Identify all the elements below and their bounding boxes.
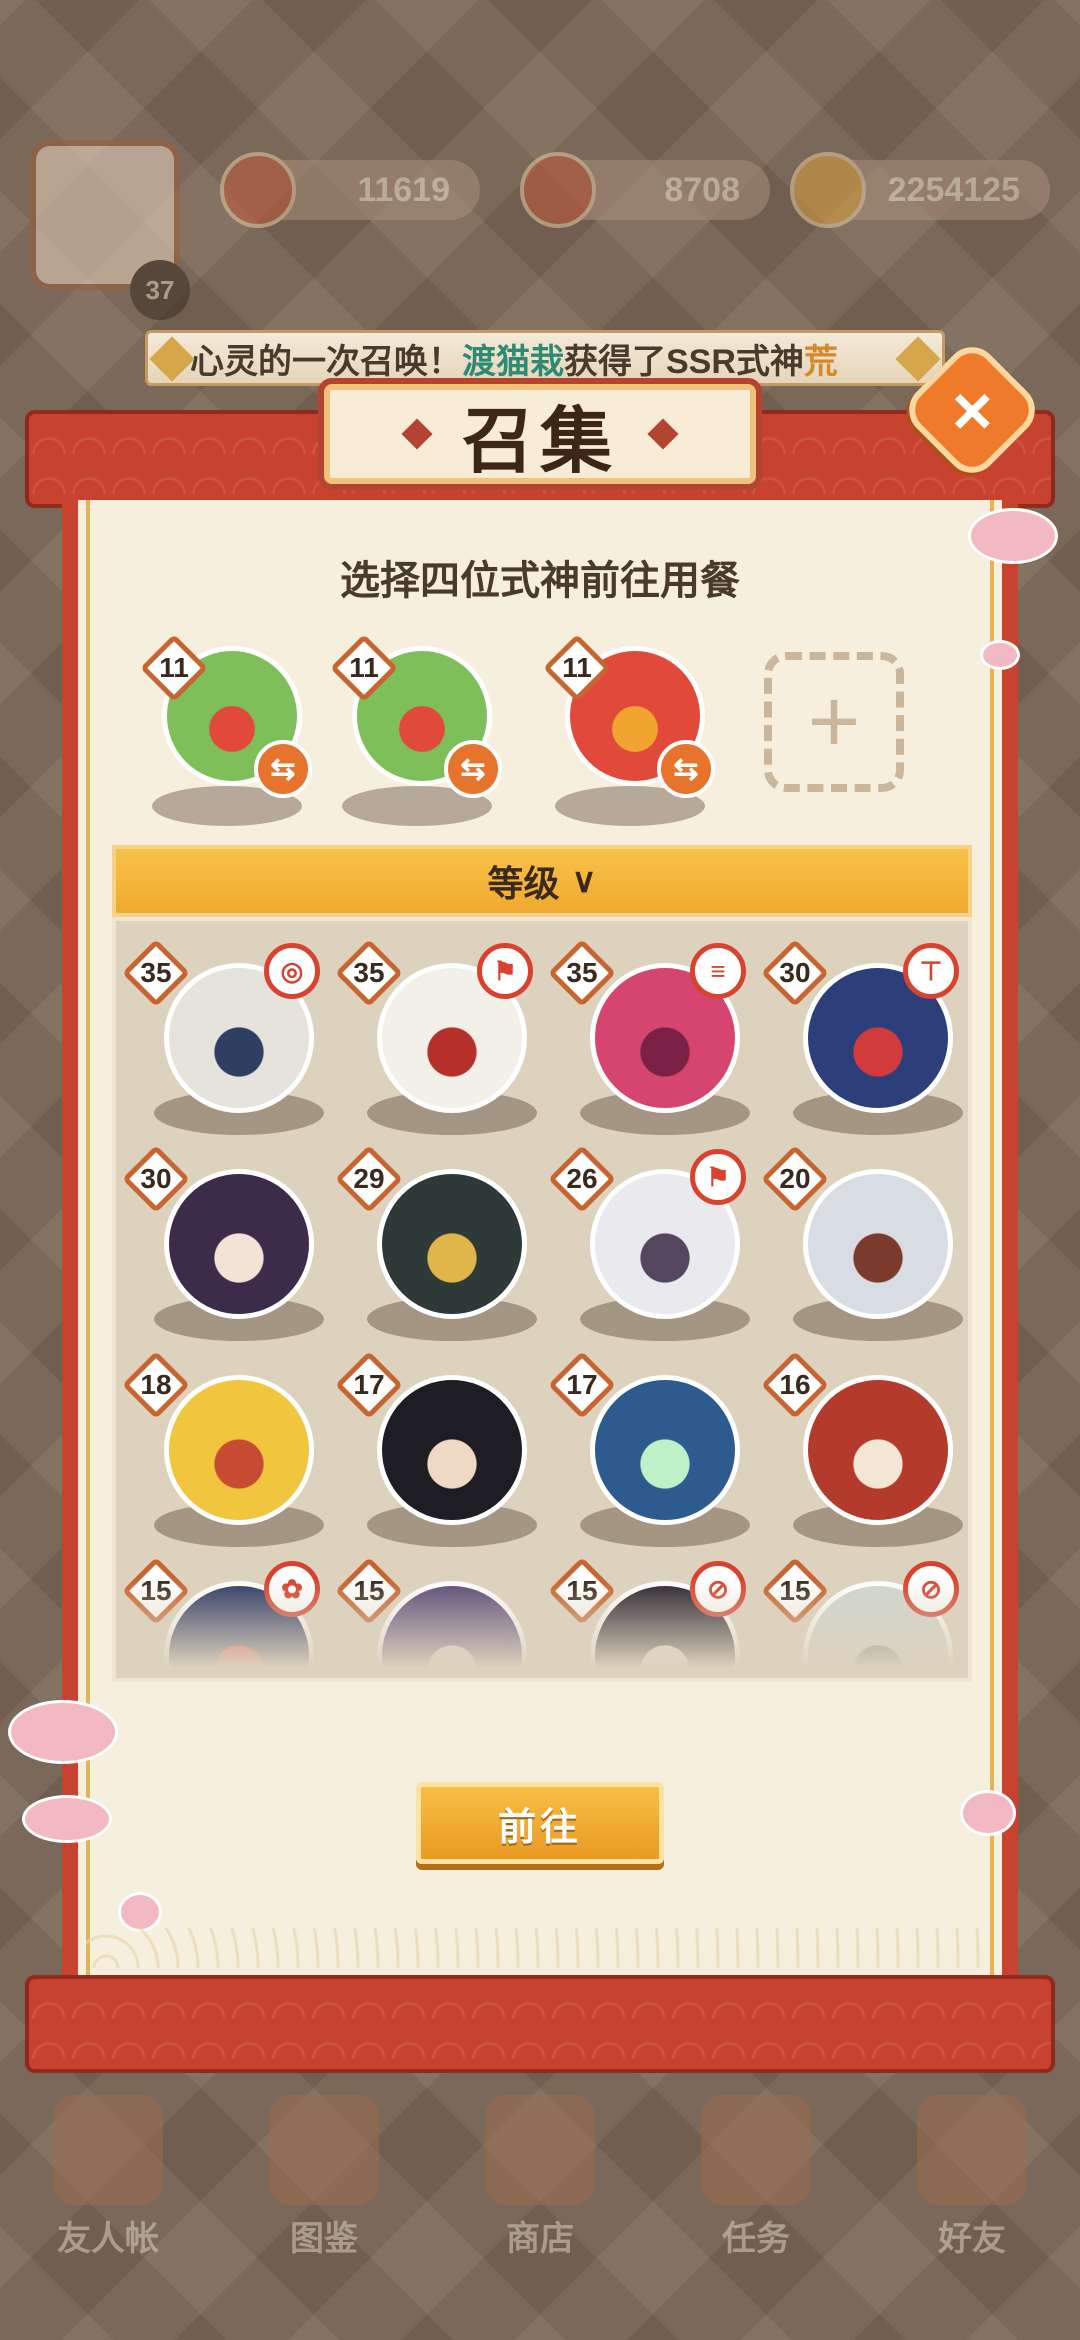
petal-decoration	[960, 1790, 1016, 1836]
swap-icon[interactable]: ⇆	[657, 740, 715, 798]
role-icon: ≡	[690, 943, 746, 999]
level-badge: 30	[122, 1145, 190, 1213]
shikigami-card[interactable]: 35 ≡	[548, 939, 760, 1143]
chevron-down-icon: ∨	[571, 862, 597, 900]
shikigami-card[interactable]: 17	[548, 1351, 760, 1555]
shikigami-card[interactable]: 18	[122, 1351, 334, 1555]
nav-icon	[701, 2095, 811, 2205]
nav-item[interactable]: 好友	[902, 2095, 1042, 2260]
wave-pattern-decoration	[86, 1928, 994, 1968]
team-member-slot[interactable]: 11 ⇆	[140, 634, 312, 826]
add-member-slot[interactable]: +	[764, 652, 904, 792]
nav-item[interactable]: 友人帐	[38, 2095, 178, 2260]
shikigami-roster-grid[interactable]: 35◎35⚑35≡30⊤302926⚑201817171615✿1515⊘15⊘	[112, 917, 972, 1682]
nav-icon	[917, 2095, 1027, 2205]
close-icon: ×	[951, 370, 993, 449]
go-button[interactable]: 前往	[416, 1782, 664, 1864]
team-member-slot[interactable]: 11 ⇆	[543, 634, 715, 826]
shikigami-card[interactable]: 16	[761, 1351, 968, 1555]
shikigami-card[interactable]: 29	[335, 1145, 547, 1349]
level-badge: 11	[543, 634, 611, 702]
swap-icon[interactable]: ⇆	[444, 740, 502, 798]
level-badge: 20	[761, 1145, 829, 1213]
shikigami-card[interactable]: 35 ⚑	[335, 939, 547, 1143]
flower-coin-icon	[220, 152, 296, 228]
level-badge: 18	[122, 1351, 190, 1419]
gold-coin-icon	[790, 152, 866, 228]
dialog-subtitle: 选择四位式神前往用餐	[340, 559, 740, 603]
level-badge: 17	[335, 1351, 403, 1419]
currency-1: 11619	[220, 152, 480, 228]
level-badge: 26	[548, 1145, 616, 1213]
sort-label: 等级	[487, 863, 560, 904]
shikigami-card[interactable]: 17	[335, 1351, 547, 1555]
role-icon: ⊤	[903, 943, 959, 999]
level-badge: 29	[335, 1145, 403, 1213]
role-icon: ◎	[264, 943, 320, 999]
nav-icon	[269, 2095, 379, 2205]
shikigami-card[interactable]: 30 ⊤	[761, 939, 968, 1143]
swap-icon[interactable]: ⇆	[254, 740, 312, 798]
level-badge: 35	[122, 939, 190, 1007]
ticker-player-name: 渡猫栽	[462, 342, 564, 381]
currency-2: 8708	[520, 152, 770, 228]
peach-coin-icon	[520, 152, 596, 228]
level-badge: 11	[140, 634, 208, 702]
scroll-bottom-rod	[25, 1975, 1055, 2073]
dialog-title: 召集	[461, 397, 618, 483]
role-icon: ⚑	[477, 943, 533, 999]
cherry-blossom-decoration	[22, 1795, 112, 1843]
nav-icon	[53, 2095, 163, 2205]
level-badge: 35	[548, 939, 616, 1007]
petal-decoration	[980, 640, 1020, 670]
plus-icon: +	[807, 671, 861, 772]
role-icon: ⚑	[690, 1149, 746, 1205]
ticker-text-2: 获得了SSR式神	[564, 342, 804, 381]
currency-3: 2254125	[790, 152, 1050, 228]
dialog-title-plaque: 召集	[318, 378, 762, 490]
nav-item[interactable]: 任务	[686, 2095, 826, 2260]
nav-icon	[485, 2095, 595, 2205]
top-hud: 37 11619 8708 2254125	[0, 120, 1080, 340]
level-badge: 35	[335, 939, 403, 1007]
sort-dropdown[interactable]: 等级 ∨	[112, 845, 972, 917]
shikigami-card[interactable]: 35 ◎	[122, 939, 334, 1143]
level-badge: 11	[330, 634, 398, 702]
flower-ornament-icon	[149, 336, 195, 382]
ticker-text: 心灵的一次召唤！	[190, 342, 462, 381]
team-member-slot[interactable]: 11 ⇆	[330, 634, 502, 826]
petal-decoration	[118, 1892, 162, 1932]
ticker-shikigami-name: 荒	[803, 342, 838, 381]
level-badge: 16	[761, 1351, 829, 1419]
diamond-ornament-icon	[401, 418, 433, 450]
bottom-navigation: 友人帐 图鉴 商店 任务 好友	[0, 2080, 1080, 2300]
diamond-ornament-icon	[647, 418, 679, 450]
shikigami-card[interactable]: 26 ⚑	[548, 1145, 760, 1349]
nav-item[interactable]: 图鉴	[254, 2095, 394, 2260]
level-badge: 30	[761, 939, 829, 1007]
cherry-blossom-decoration	[8, 1700, 118, 1764]
shikigami-card[interactable]: 30	[122, 1145, 334, 1349]
player-level: 37	[130, 260, 190, 320]
shikigami-card[interactable]: 20	[761, 1145, 968, 1349]
level-badge: 17	[548, 1351, 616, 1419]
nav-item[interactable]: 商店	[470, 2095, 610, 2260]
